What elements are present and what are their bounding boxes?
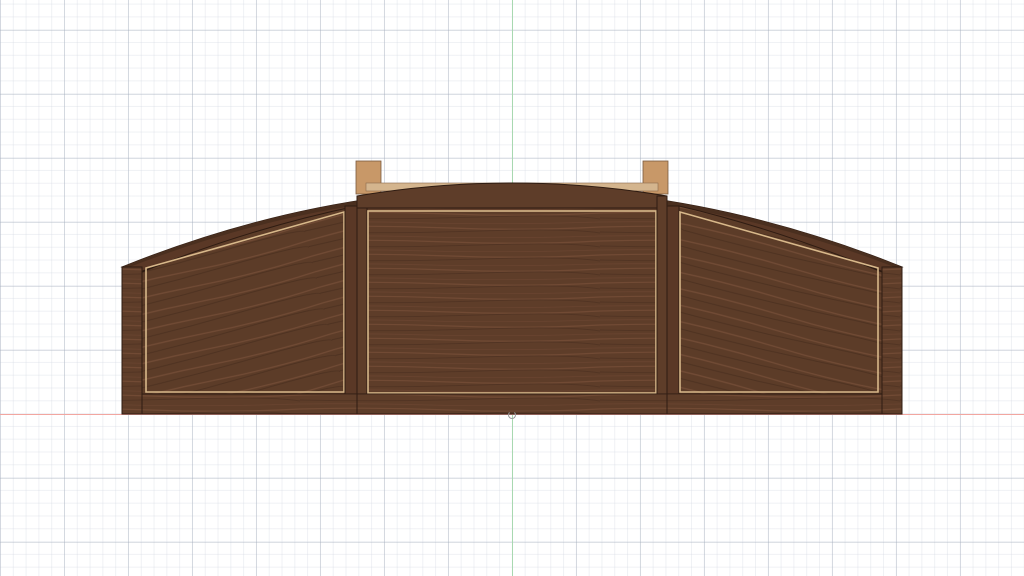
center-left-stile <box>356 195 368 415</box>
design-viewport[interactable] <box>0 0 1024 576</box>
right-outer-stile <box>881 266 903 415</box>
right-panel <box>678 205 883 395</box>
origin-marker-icon <box>508 411 516 419</box>
center-panel <box>366 207 658 395</box>
left-inner-stile <box>344 205 358 415</box>
center-right-stile <box>656 195 668 415</box>
cabinet-model[interactable] <box>0 0 1024 576</box>
right-inner-stile <box>666 205 680 415</box>
left-outer-stile <box>121 266 143 415</box>
left-panel <box>141 205 358 395</box>
